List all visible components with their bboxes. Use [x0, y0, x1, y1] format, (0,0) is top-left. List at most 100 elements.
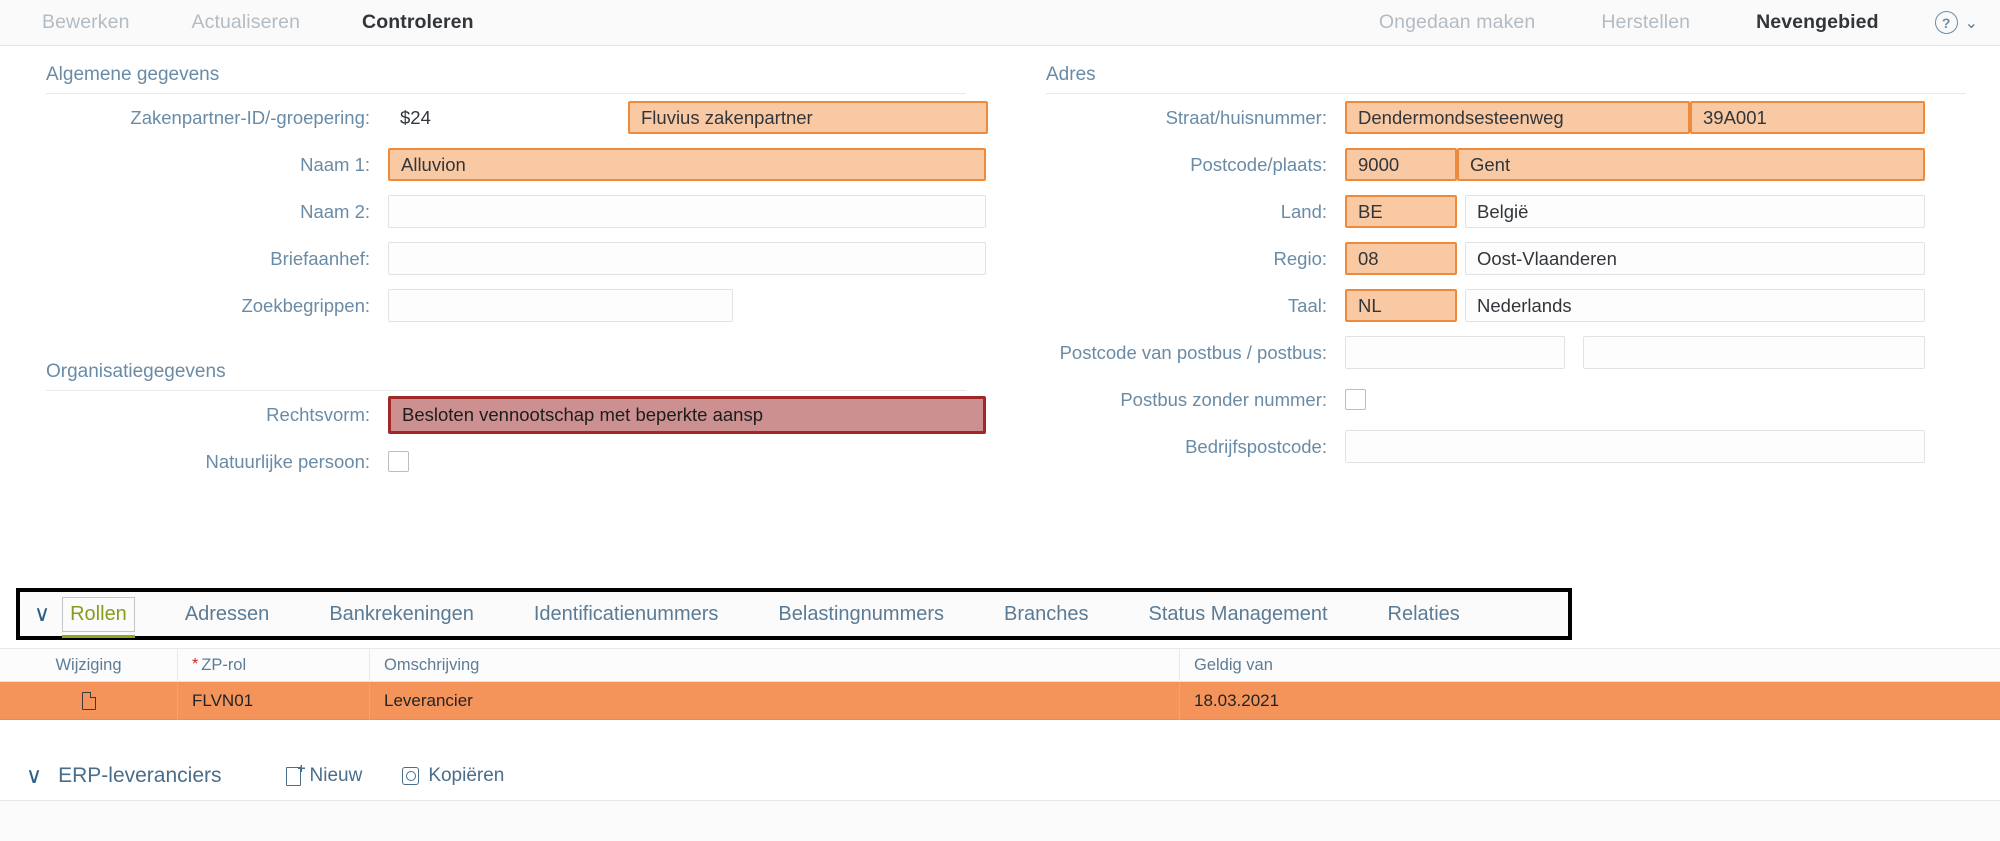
erp-suppliers-title: ERP-leveranciers [58, 764, 222, 787]
table-header-row: Wijziging * ZP-rol Omschrijving Geldig v… [0, 648, 2000, 682]
cell-wijziging[interactable] [0, 681, 178, 720]
input-rechtsvorm[interactable]: Besloten vennootschap met beperkte aansp [388, 395, 986, 434]
table-row[interactable]: FLVN01 Leverancier 18.03.2021 [0, 681, 2000, 720]
chevron-down-icon[interactable]: ∨ [34, 603, 50, 625]
field-row-rechtsvorm: Rechtsvorm: Besloten vennootschap met be… [0, 391, 1000, 438]
field-row-naam2: Naam 2: [0, 188, 1000, 235]
input-taal-naam[interactable]: Nederlands [1465, 289, 1925, 322]
toolbar-nevengebied[interactable]: Nevengebied [1746, 7, 1888, 38]
tab-bankrekeningen[interactable]: Bankrekeningen [325, 597, 478, 632]
erp-suppliers-toolbar: ∨ ERP-leveranciers Nieuw Kopiëren [0, 752, 2000, 800]
label-regio: Regio: [1273, 247, 1327, 269]
toolbar-actualiseren[interactable]: Actualiseren [182, 7, 311, 38]
tab-branches[interactable]: Branches [1000, 597, 1093, 632]
new-document-icon [285, 764, 305, 786]
toolbar-right-group: Ongedaan maken Herstellen Nevengebied ? … [1369, 7, 1978, 38]
input-postbus-postcode[interactable] [1345, 336, 1565, 369]
input-huisnummer[interactable]: 39A001 [1690, 101, 1925, 134]
input-straat[interactable]: Dendermondsesteenweg [1345, 101, 1690, 134]
toolbar-left-group: Bewerken Actualiseren Controleren [32, 7, 526, 38]
field-row-briefaanhef: Briefaanhef: [0, 235, 1000, 282]
input-naam2[interactable] [388, 195, 986, 228]
field-row-zoekbegrippen: Zoekbegrippen: [0, 282, 1000, 329]
checkbox-natuurlijke-persoon[interactable] [388, 451, 409, 472]
input-land-code[interactable]: BE [1345, 195, 1457, 228]
erp-suppliers-section: ∨ ERP-leveranciers Nieuw Kopiëren [0, 752, 2000, 841]
tab-adressen[interactable]: Adressen [181, 597, 274, 632]
document-icon[interactable] [81, 691, 96, 710]
label-postcode-plaats: Postcode/plaats: [1190, 153, 1327, 175]
field-row-postbus: Postcode van postbus / postbus: [1000, 329, 2000, 376]
label-natuurlijke-persoon: Natuurlijke persoon: [205, 450, 370, 472]
label-naam2: Naam 2: [300, 200, 370, 222]
tab-belastingnummers[interactable]: Belastingnummers [774, 597, 948, 632]
field-row-natuurlijke-persoon: Natuurlijke persoon: [0, 438, 1000, 485]
required-marker: * [192, 656, 199, 673]
input-regio-code[interactable]: 08 [1345, 242, 1457, 275]
section-title-adres: Adres [1046, 64, 1096, 85]
input-bedrijfspostcode[interactable] [1345, 430, 1925, 463]
tab-relaties[interactable]: Relaties [1384, 597, 1464, 632]
sap-business-partner-screen: Bewerken Actualiseren Controleren Ongeda… [0, 0, 2000, 841]
column-header-omschrijving[interactable]: Omschrijving [370, 648, 1180, 682]
right-column: Adres Straat/huisnummer: Dendermondseste… [1000, 46, 2000, 470]
input-postbus[interactable] [1583, 336, 1925, 369]
new-button-label: Nieuw [309, 765, 363, 786]
field-row-taal: Taal: NL Nederlands [1000, 282, 2000, 329]
input-zoekbegrippen[interactable] [388, 289, 733, 322]
toolbar-herstellen[interactable]: Herstellen [1591, 7, 1700, 38]
toolbar-controleren[interactable]: Controleren [352, 7, 484, 38]
label-briefaanhef: Briefaanhef: [270, 247, 370, 269]
cell-zp-rol[interactable]: FLVN01 [178, 681, 370, 720]
tab-status-management[interactable]: Status Management [1145, 597, 1332, 632]
section-title-algemene-gegevens: Algemene gegevens [46, 64, 220, 85]
input-zakenpartner-groepering[interactable]: Fluvius zakenpartner [628, 101, 988, 134]
input-land-naam[interactable]: België [1465, 195, 1925, 228]
field-row-straat-huisnummer: Straat/huisnummer: Dendermondsesteenweg … [1000, 94, 2000, 141]
field-row-regio: Regio: 08 Oost-Vlaanderen [1000, 235, 2000, 282]
field-row-naam1: Naam 1: Alluvion [0, 141, 1000, 188]
label-postbus-zonder-nummer: Postbus zonder nummer: [1120, 388, 1327, 410]
help-menu[interactable]: ? ⌄ [1934, 11, 1978, 34]
chevron-down-icon[interactable]: ∨ [26, 765, 42, 787]
cell-geldig-van[interactable]: 18.03.2021 [1180, 682, 2000, 720]
column-header-geldig-van[interactable]: Geldig van [1180, 648, 2000, 682]
field-row-postbus-zonder-nummer: Postbus zonder nummer: [1000, 376, 2000, 423]
tab-bar: ∨ Rollen Adressen Bankrekeningen Identif… [16, 588, 1572, 640]
column-header-zp-rol[interactable]: * ZP-rol [178, 648, 370, 682]
label-zakenpartner-id: Zakenpartner-ID/-groepering: [130, 106, 370, 128]
input-postcode[interactable]: 9000 [1345, 148, 1457, 181]
form-area: Algemene gegevens Zakenpartner-ID/-groep… [0, 46, 2000, 558]
toolbar-ongedaan-maken[interactable]: Ongedaan maken [1369, 7, 1545, 38]
copy-button-label: Kopiëren [428, 765, 505, 786]
roles-table: Wijziging * ZP-rol Omschrijving Geldig v… [0, 648, 2000, 720]
checkbox-postbus-zonder-nummer[interactable] [1345, 389, 1366, 410]
field-row-land: Land: BE België [1000, 188, 2000, 235]
toolbar-bewerken[interactable]: Bewerken [32, 7, 140, 38]
copy-icon [402, 767, 420, 785]
input-plaats[interactable]: Gent [1457, 148, 1925, 181]
label-naam1: Naam 1: [300, 153, 370, 175]
tab-identificatienummers[interactable]: Identificatienummers [530, 597, 723, 632]
input-regio-naam[interactable]: Oost-Vlaanderen [1465, 242, 1925, 275]
column-header-wijziging[interactable]: Wijziging [0, 648, 178, 682]
field-row-zakenpartner-id: Zakenpartner-ID/-groepering: $24 Fluvius… [0, 94, 1000, 141]
left-column: Algemene gegevens Zakenpartner-ID/-groep… [0, 46, 1000, 485]
help-icon: ? [1934, 11, 1958, 34]
cell-omschrijving[interactable]: Leverancier [370, 681, 1180, 720]
top-toolbar: Bewerken Actualiseren Controleren Ongeda… [0, 0, 2000, 46]
chevron-down-icon: ⌄ [1964, 14, 1978, 32]
erp-suppliers-panel [0, 800, 2000, 841]
tab-rollen[interactable]: Rollen [62, 596, 135, 638]
input-zakenpartner-id[interactable]: $24 [388, 101, 628, 134]
label-zoekbegrippen: Zoekbegrippen: [241, 294, 370, 316]
label-rechtsvorm: Rechtsvorm: [266, 403, 370, 425]
label-postbus: Postcode van postbus / postbus: [1059, 341, 1327, 363]
new-button[interactable]: Nieuw [285, 764, 363, 787]
label-straat-huisnummer: Straat/huisnummer: [1165, 106, 1327, 128]
input-naam1[interactable]: Alluvion [388, 148, 986, 181]
label-bedrijfspostcode: Bedrijfspostcode: [1185, 435, 1327, 457]
copy-button[interactable]: Kopiëren [402, 765, 504, 787]
input-briefaanhef[interactable] [388, 242, 986, 275]
input-taal-code[interactable]: NL [1345, 289, 1457, 322]
